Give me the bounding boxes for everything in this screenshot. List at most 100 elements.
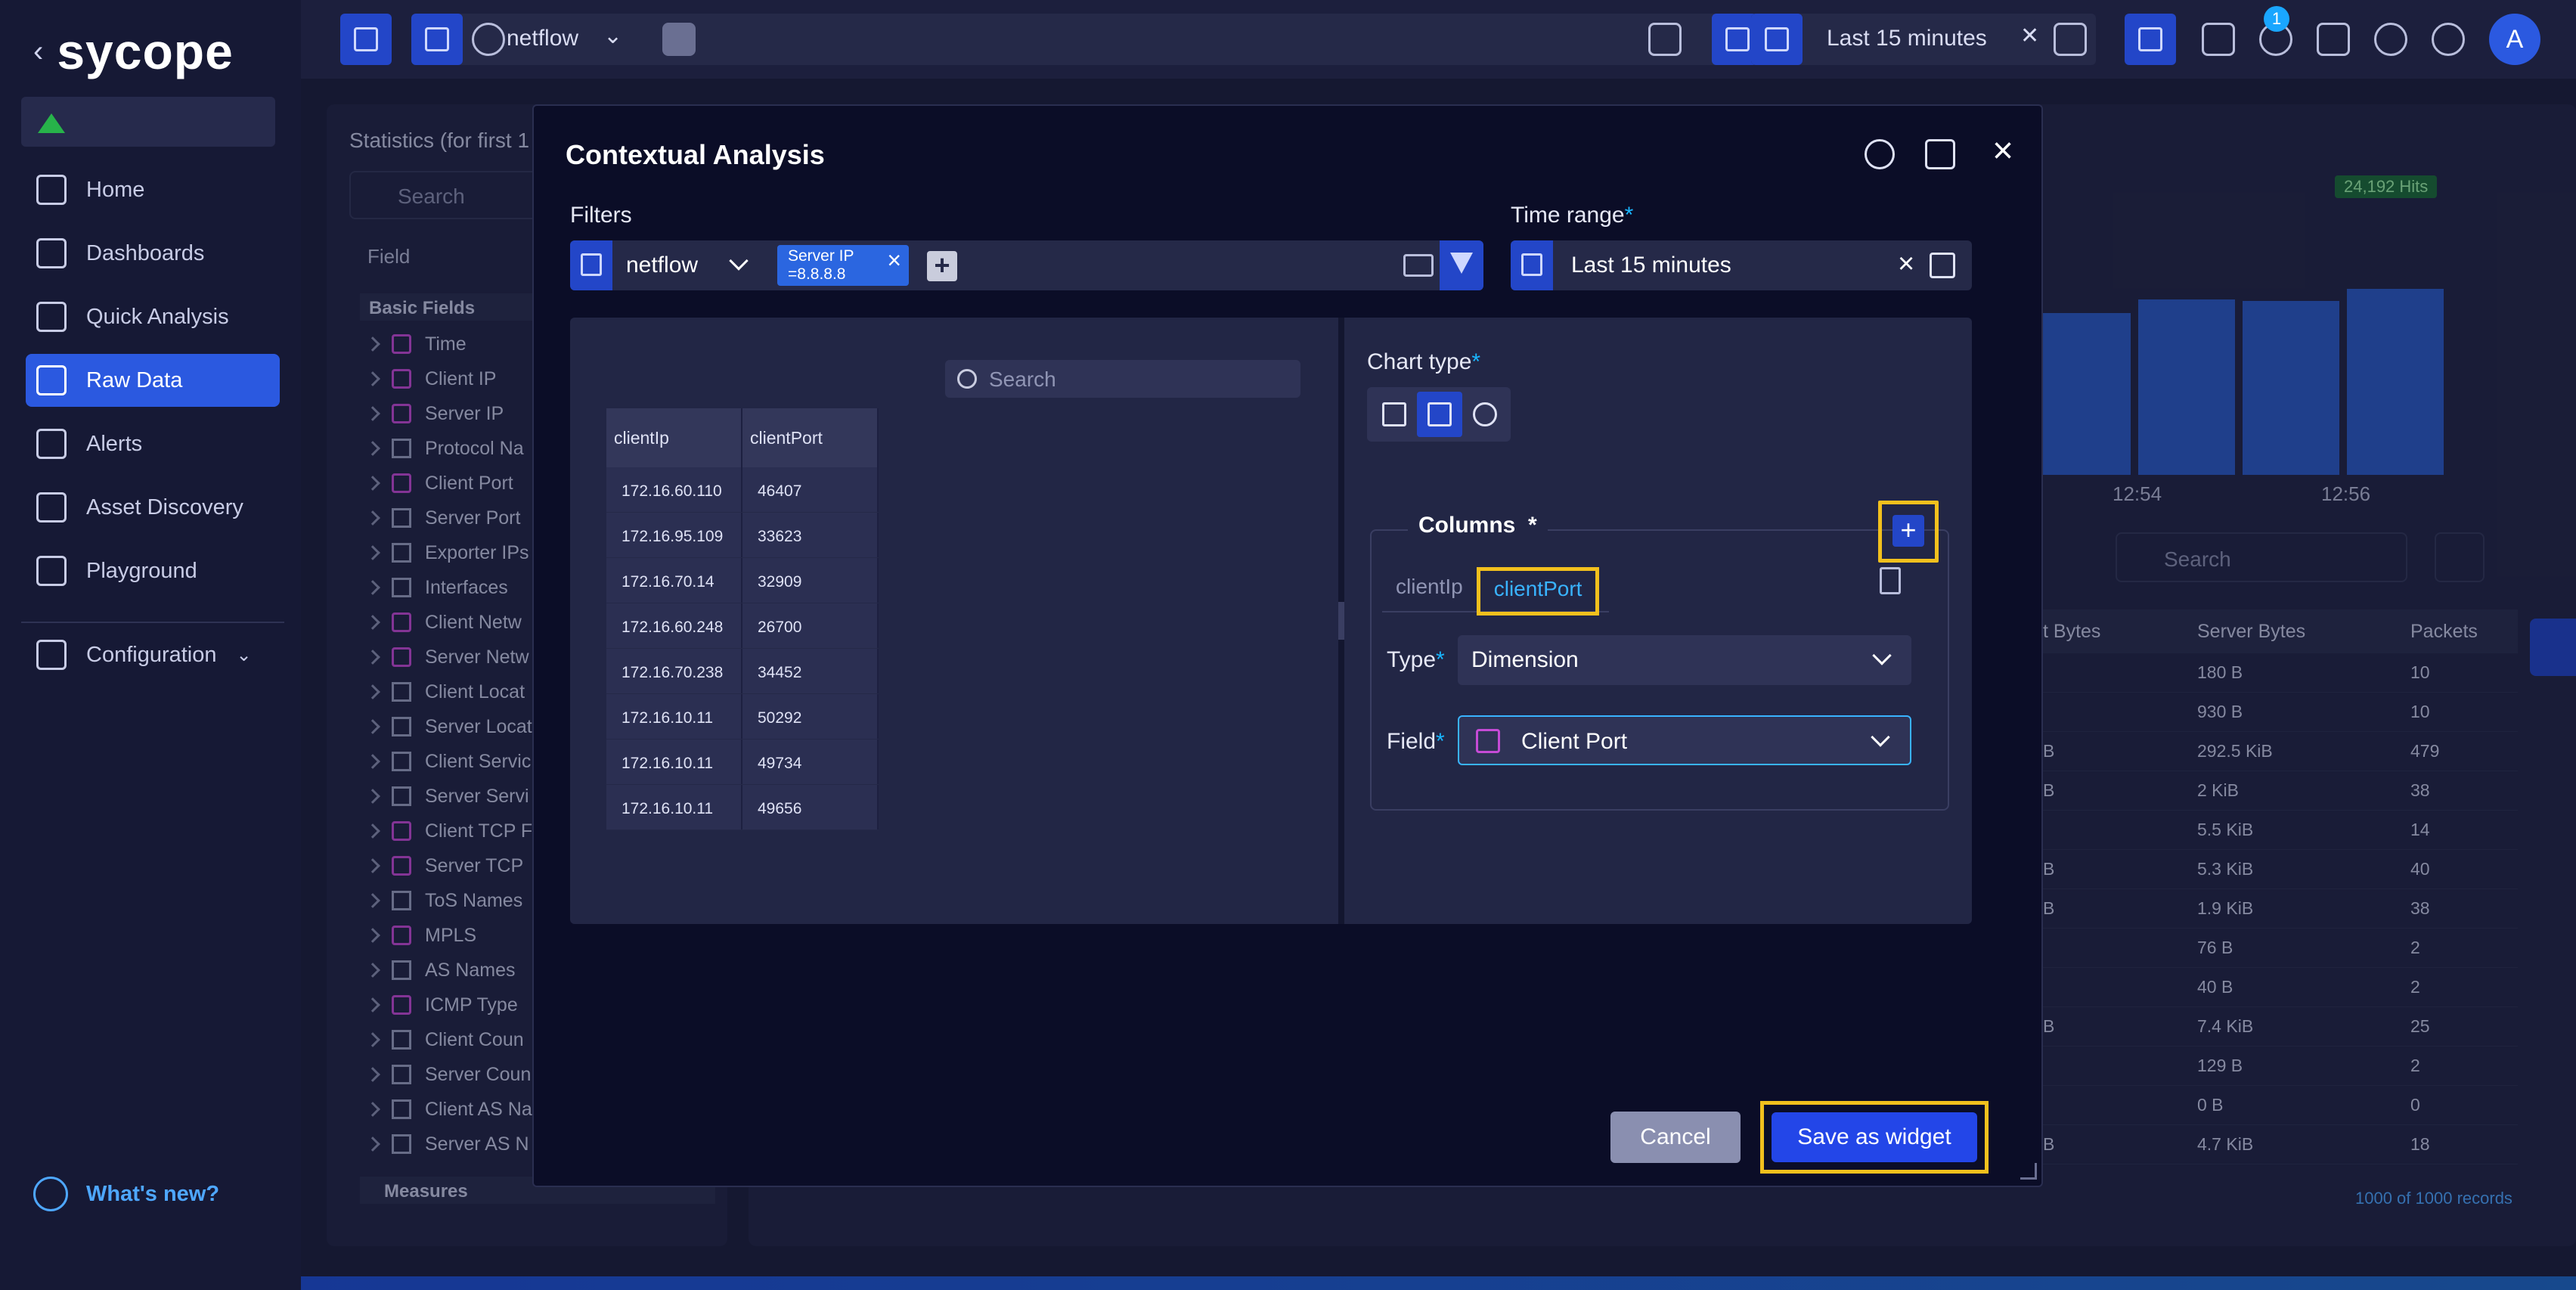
back-icon[interactable]: ‹ (33, 35, 43, 69)
nav-item-asset-discovery[interactable]: Asset Discovery (26, 481, 280, 534)
column-header[interactable]: clientPort (742, 408, 879, 467)
table-cell: 172.16.70.14 (606, 558, 742, 603)
time-range-picker[interactable]: Last 15 minutes × (1511, 240, 1972, 290)
field-select[interactable]: Client Port (1458, 715, 1911, 765)
table-cell: 172.16.95.109 (606, 513, 742, 557)
apply-filter-button[interactable] (1440, 240, 1483, 290)
chart-type-pie[interactable] (1462, 392, 1508, 437)
table-row: 172.16.70.238 34452 (606, 649, 879, 694)
nav-item-raw-data[interactable]: Raw Data (26, 354, 280, 407)
table-cell: 172.16.70.238 (606, 649, 742, 693)
tab-clientip[interactable]: clientIp (1382, 567, 1477, 616)
help-icon[interactable] (2432, 23, 2465, 56)
clear-time-icon[interactable]: × (1898, 248, 1914, 281)
refresh-icon (2138, 27, 2162, 51)
chevron-down-icon[interactable]: ⌄ (603, 23, 622, 49)
refresh-button[interactable] (2125, 14, 2176, 65)
add-column-highlight: + (1878, 501, 1939, 563)
tab-clientport[interactable]: clientPort (1476, 567, 1600, 616)
filter-chip[interactable]: Server IP =8.8.8.8 × (777, 245, 909, 286)
table-row: 172.16.95.109 33623 (606, 513, 879, 558)
time-range-bar[interactable]: Last 15 minutes ✕ (1751, 14, 2096, 65)
modal-resize-handle[interactable] (2020, 1163, 2037, 1180)
datasource-button[interactable] (570, 240, 612, 290)
datasource-icon (425, 27, 449, 51)
save-as-widget-button[interactable]: Save as widget (1772, 1112, 1977, 1162)
close-icon[interactable]: × (1985, 133, 2020, 171)
table-row: 172.16.70.14 32909 (606, 558, 879, 603)
avatar[interactable]: A (2489, 14, 2540, 65)
chevron-down-icon (1872, 646, 1892, 665)
pie-chart-icon (1473, 402, 1497, 426)
add-filter-icon[interactable] (662, 23, 696, 56)
history-icon[interactable] (472, 23, 505, 56)
time-range-button[interactable] (1751, 14, 1803, 65)
settings-gear-icon[interactable] (2374, 23, 2407, 56)
whats-new-link[interactable]: What's new? (33, 1177, 219, 1211)
nav-item-dashboards[interactable]: Dashboards (26, 227, 280, 280)
nav-item-playground[interactable]: Playground (26, 544, 280, 597)
chart-type-number[interactable] (1372, 392, 1417, 437)
chevron-down-icon[interactable] (729, 251, 749, 271)
column-header[interactable]: clientIp (606, 408, 742, 467)
nav-item-configuration[interactable]: Configuration ⌄ (36, 640, 252, 670)
analytics-mode-button[interactable] (340, 14, 392, 65)
table-icon (1427, 402, 1452, 426)
bookmark-icon[interactable] (2317, 23, 2350, 56)
query-bar[interactable]: netflow ⌄ (411, 14, 1771, 65)
clear-filters-icon[interactable] (1403, 254, 1434, 277)
expand-icon[interactable] (1925, 139, 1955, 169)
top-bar: netflow ⌄ Last 15 minutes ✕ 1 A (301, 0, 2576, 79)
remove-filter-icon[interactable]: × (887, 248, 901, 272)
save-query-icon[interactable] (1648, 23, 1682, 56)
filter-datasource: netflow (626, 253, 699, 278)
save-time-icon[interactable] (1930, 253, 1955, 278)
table-cell: 172.16.10.11 (606, 785, 742, 830)
save-time-icon[interactable] (2054, 23, 2087, 56)
nav-item-quick-analysis[interactable]: Quick Analysis (26, 290, 280, 343)
table-cell: 49734 (742, 740, 879, 784)
nav-item-label: Home (86, 177, 145, 202)
time-range-value: Last 15 minutes (1571, 253, 1731, 278)
filter-bar[interactable]: netflow Server IP =8.8.8.8 × + (570, 240, 1483, 290)
table-row: 172.16.60.248 26700 (606, 603, 879, 649)
clear-time-icon[interactable]: ✕ (2020, 23, 2039, 49)
table-cell: 172.16.10.11 (606, 694, 742, 739)
table-cell: 172.16.60.110 (606, 467, 742, 512)
type-select[interactable]: Dimension (1458, 635, 1911, 685)
configuration-pane: Chart type* Columns * + clientIp clientP… (1344, 318, 1972, 924)
system-status-bar[interactable] (21, 97, 275, 147)
cancel-button[interactable]: Cancel (1610, 1112, 1741, 1163)
logo[interactable]: ‹ sycope (33, 21, 234, 82)
datasource-button[interactable] (411, 14, 463, 65)
funnel-icon (1450, 253, 1473, 274)
configuration-icon (36, 640, 67, 670)
filter-button[interactable] (1712, 14, 1757, 65)
chart-type-table[interactable] (1417, 392, 1462, 437)
add-column-button[interactable]: + (1892, 515, 1924, 547)
notifications-badge: 1 (2264, 6, 2289, 32)
preview-pane: Search clientIp clientPort 172.16.60.110… (570, 318, 1338, 924)
nav-item-home[interactable]: Home (26, 163, 280, 216)
nav-item-label: Asset Discovery (86, 495, 243, 519)
nav-item-alerts[interactable]: Alerts (26, 417, 280, 470)
apps-grid-icon[interactable] (2202, 23, 2235, 56)
preview-search-input[interactable]: Search (945, 360, 1300, 398)
contextual-analysis-modal: Contextual Analysis × Filters netflow Se… (532, 104, 2043, 1187)
type-value: Dimension (1471, 647, 1579, 672)
table-cell: 32909 (742, 558, 879, 603)
pane-resize-handle[interactable] (1338, 318, 1344, 924)
table-header: clientIp clientPort (606, 408, 879, 467)
chart-type-selector (1367, 387, 1511, 442)
trash-icon[interactable] (1880, 567, 1901, 594)
chart-type-label: Chart type* (1367, 349, 1481, 374)
table-row: 172.16.10.11 49656 (606, 785, 879, 830)
add-filter-button[interactable]: + (927, 251, 957, 281)
drag-grip-icon (1338, 602, 1344, 640)
home-icon (36, 175, 67, 205)
time-range-button[interactable] (1511, 240, 1553, 290)
move-icon[interactable] (1865, 139, 1895, 169)
preview-table: clientIp clientPort 172.16.60.110 46407 17… (606, 408, 879, 830)
table-cell: 34452 (742, 649, 879, 693)
quick-analysis-icon (36, 302, 67, 332)
